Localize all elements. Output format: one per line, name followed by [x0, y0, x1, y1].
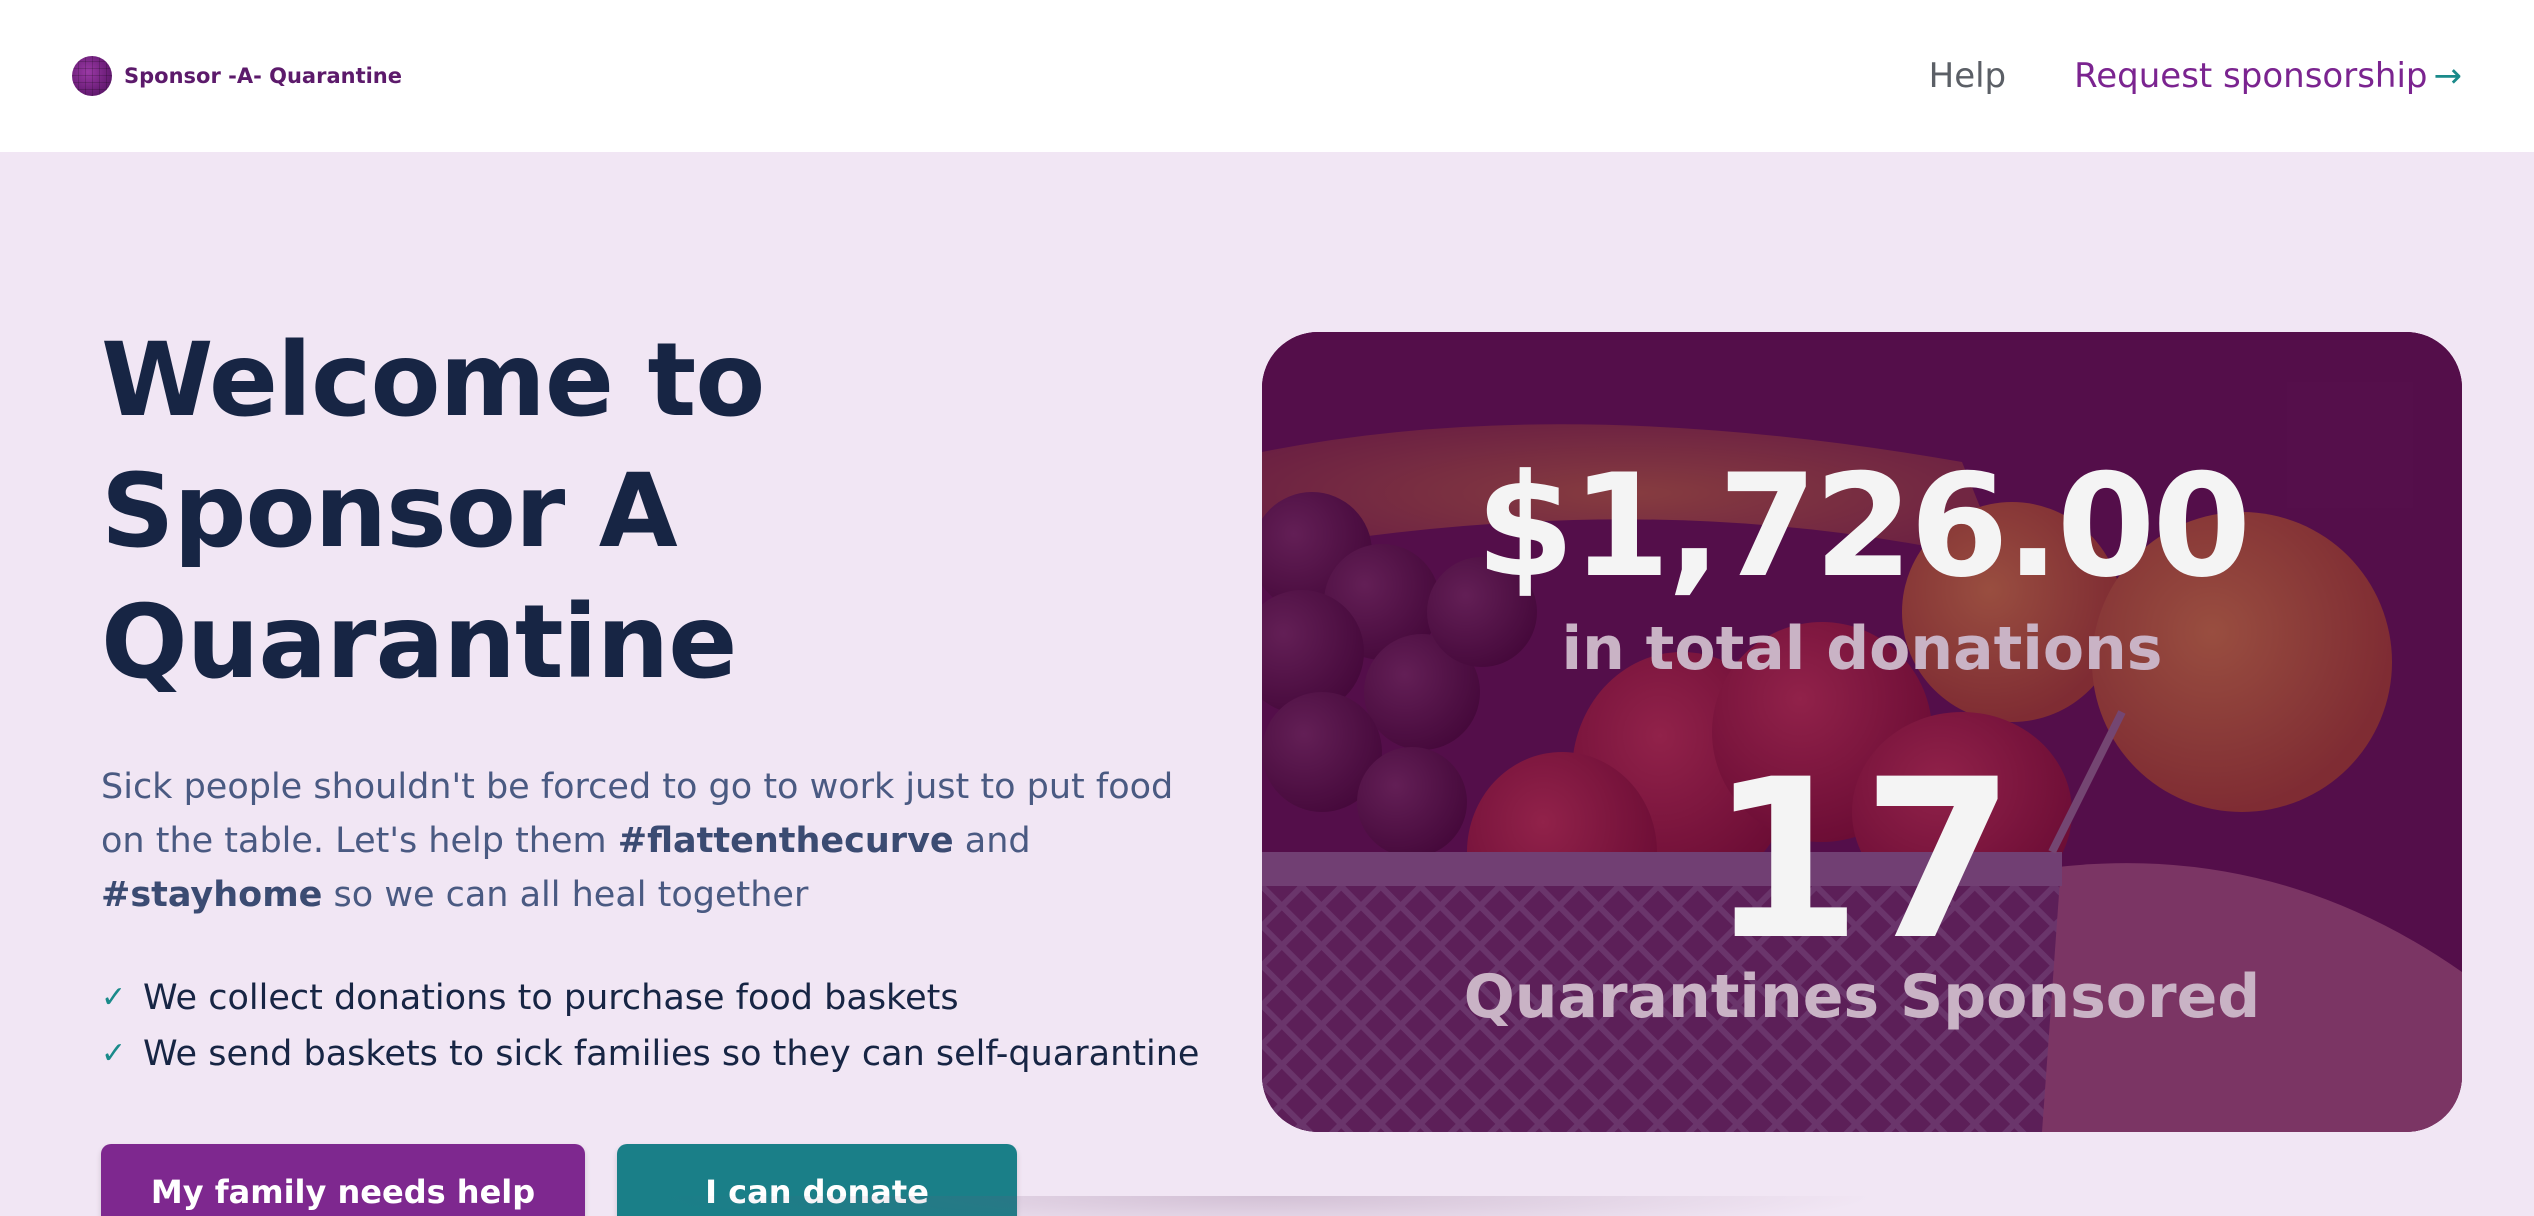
quarantines-sponsored-count: 17 [1708, 732, 2016, 988]
check-icon: ✓ [101, 1036, 127, 1071]
hashtag-flattenthecurve: #flattenthecurve [617, 821, 954, 861]
stats-content: $1,726.00 in total donations 17 Quaranti… [1262, 332, 2462, 1132]
feature-checklist: ✓ We collect donations to purchase food … [101, 970, 1211, 1082]
intro-text-2: and [953, 821, 1031, 861]
checklist-item-text: We collect donations to purchase food ba… [143, 978, 959, 1018]
total-donations-value: $1,726.00 [1475, 444, 2252, 609]
nav-request-sponsorship-link[interactable]: Request sponsorship → [2074, 56, 2462, 96]
nav-help-link[interactable]: Help [1929, 56, 2007, 96]
brand-name: Sponsor -A- Quarantine [124, 64, 403, 88]
hashtag-stayhome: #stayhome [101, 875, 323, 915]
quarantines-sponsored-label: Quarantines Sponsored [1463, 962, 2261, 1032]
logo-icon [72, 56, 112, 96]
checklist-item: ✓ We send baskets to sick families so th… [101, 1026, 1211, 1082]
page-title: Welcome to Sponsor A Quarantine [101, 321, 765, 702]
check-icon: ✓ [101, 980, 127, 1015]
main-nav: Help Request sponsorship → [1929, 56, 2462, 96]
total-donations-label: in total donations [1561, 614, 2163, 684]
hero-intro: Sick people shouldn't be forced to go to… [101, 760, 1211, 922]
stats-card: $1,726.00 in total donations 17 Quaranti… [1262, 332, 2462, 1132]
intro-text-3: so we can all heal together [322, 875, 809, 915]
hero-section: Welcome to Sponsor A Quarantine Sick peo… [101, 315, 1211, 1216]
arrow-right-icon: → [2433, 56, 2463, 96]
nav-request-label: Request sponsorship [2074, 56, 2428, 96]
brand[interactable]: Sponsor -A- Quarantine [72, 56, 402, 96]
checklist-item: ✓ We collect donations to purchase food … [101, 970, 1211, 1026]
site-header: Sponsor -A- Quarantine Help Request spon… [0, 0, 2534, 152]
family-needs-help-button[interactable]: My family needs help [101, 1144, 585, 1216]
section-divider-shadow [650, 1196, 1880, 1216]
checklist-item-text: We send baskets to sick families so they… [143, 1034, 1200, 1074]
